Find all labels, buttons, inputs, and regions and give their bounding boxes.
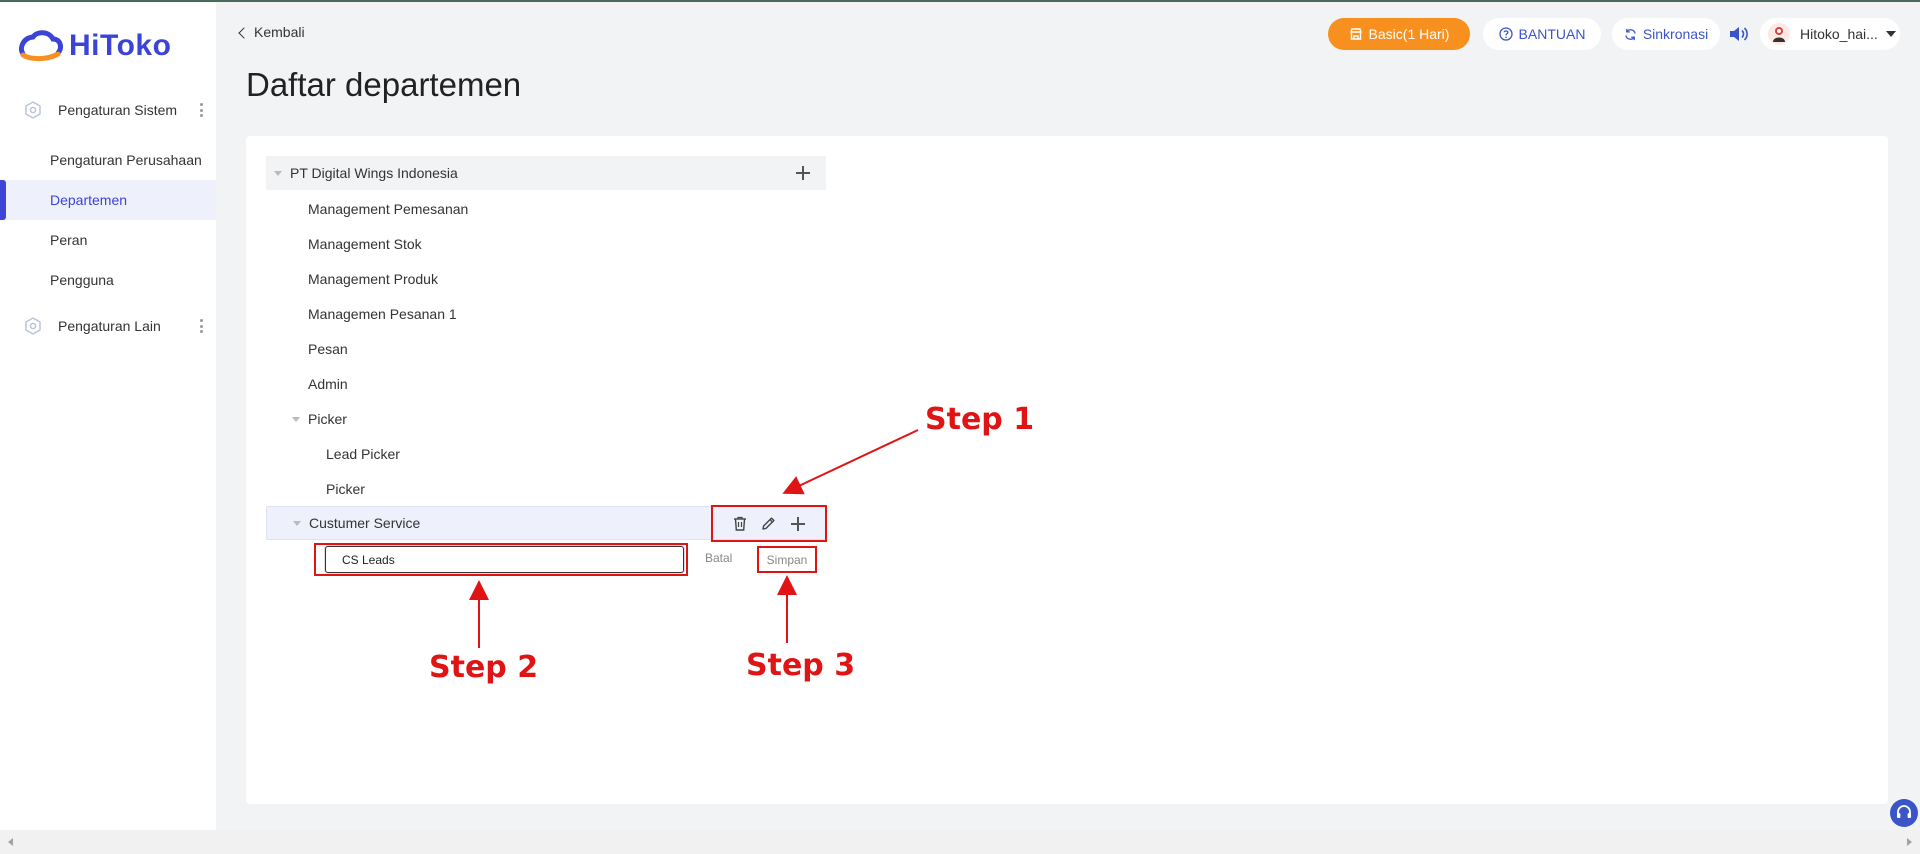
scroll-right-icon[interactable] <box>1907 838 1912 846</box>
scroll-left-icon[interactable] <box>8 838 13 846</box>
headset-support-icon[interactable] <box>1890 799 1918 827</box>
step1-label: Step 1 <box>925 402 1035 437</box>
horizontal-scrollbar[interactable] <box>0 830 1920 854</box>
step2-label: Step 2 <box>429 650 539 685</box>
step1-arrow <box>782 429 919 495</box>
step3-label: Step 3 <box>746 648 856 683</box>
